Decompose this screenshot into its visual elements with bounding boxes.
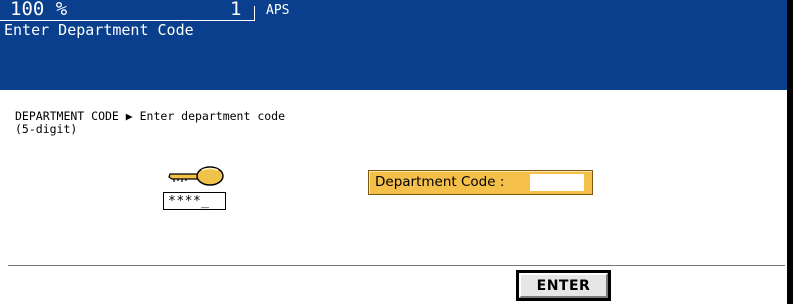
counter-divider: [254, 6, 255, 21]
zoom-value: 100 %: [10, 0, 68, 20]
department-code-label: Department Code :: [375, 174, 505, 190]
password-indicator-text: ****_: [168, 194, 210, 209]
screen: 100 % 1 APS Enter Department Code DEPART…: [0, 0, 793, 304]
department-code-input[interactable]: [530, 174, 584, 191]
counter-bar: 100 % 1: [0, 0, 270, 21]
right-edge: [787, 0, 793, 304]
instruction-line-1: DEPARTMENT CODE ▶ Enter department code: [15, 109, 286, 123]
enter-button-label: ENTER: [519, 273, 608, 298]
footer-divider: [8, 265, 785, 266]
password-indicator: ****_: [163, 192, 226, 210]
instruction-line-2: (5-digit): [15, 122, 78, 136]
status-header: 100 % 1 APS Enter Department Code: [0, 0, 793, 92]
paper-mode: APS: [266, 3, 290, 18]
key-icon: [168, 166, 224, 186]
instruction-text: DEPARTMENT CODE ▶ Enter department code …: [15, 110, 285, 136]
copies-count: 1: [230, 0, 242, 20]
header-message: Enter Department Code: [4, 21, 194, 39]
department-code-field[interactable]: Department Code :: [368, 170, 593, 195]
enter-button[interactable]: ENTER: [516, 270, 611, 301]
